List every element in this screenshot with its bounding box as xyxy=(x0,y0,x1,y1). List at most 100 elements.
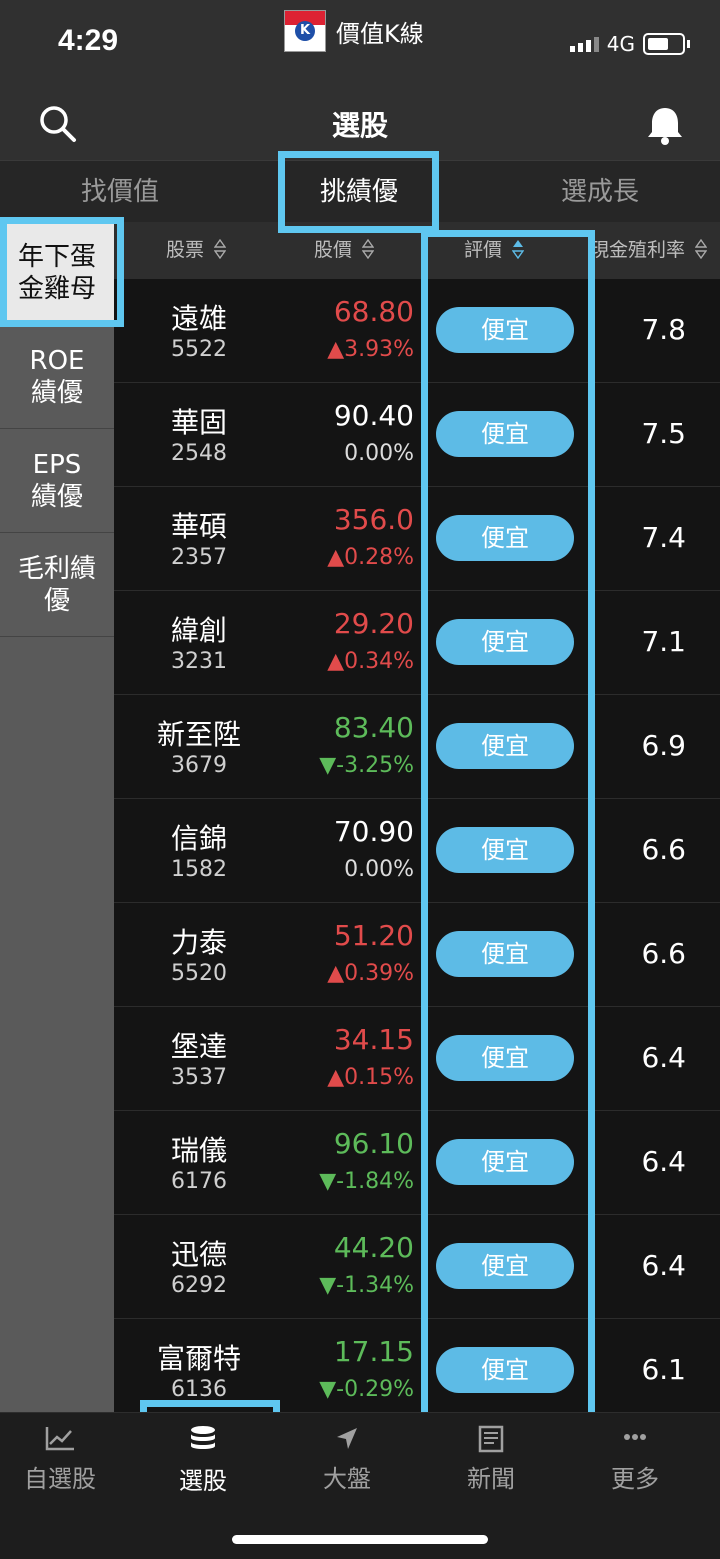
stock-code: 5522 xyxy=(171,337,227,362)
app-logo: K xyxy=(284,10,326,52)
stock-list: 遠雄 5522 68.80 ▲3.93% 便宜 7.8 華固 2548 90.40 0.00% 便宜… xyxy=(114,279,720,1423)
rating-badge[interactable]: 便宜 xyxy=(436,307,574,353)
stock-price: 17.15 xyxy=(333,1335,414,1368)
stock-price: 34.15 xyxy=(333,1023,414,1056)
bottom-tab-more[interactable]: 更多 xyxy=(570,1425,700,1494)
category-tabs: 找價值 挑績優 選成長 xyxy=(0,160,720,223)
stock-code: 3231 xyxy=(171,649,227,674)
table-row[interactable]: 堡達 3537 34.15 ▲0.15% 便宜 6.4 xyxy=(114,1007,720,1111)
price-change: ▲0.39% xyxy=(327,961,414,986)
table-header: 股票 股價 評價 現金殖利率 xyxy=(114,222,720,279)
table-row[interactable]: 瑞儀 6176 96.10 ▼-1.84% 便宜 6.4 xyxy=(114,1111,720,1215)
network-status: 4G xyxy=(569,32,690,56)
tab-pick-performance[interactable]: 挑績優 xyxy=(280,161,438,223)
status-time: 4:29 xyxy=(58,24,119,57)
price-change: ▲0.15% xyxy=(327,1065,414,1090)
bottom-tab-watchlist[interactable]: 自選股 xyxy=(0,1425,125,1494)
cash-yield: 6.9 xyxy=(641,729,686,762)
table-row[interactable]: 華固 2548 90.40 0.00% 便宜 7.5 xyxy=(114,383,720,487)
more-dots-icon xyxy=(624,1434,646,1440)
home-indicator[interactable] xyxy=(232,1535,488,1544)
cash-yield: 6.1 xyxy=(641,1353,686,1386)
rating-badge[interactable]: 便宜 xyxy=(436,1035,574,1081)
price-change: 0.00% xyxy=(344,857,414,882)
column-rating[interactable]: 評價 xyxy=(464,222,525,279)
stock-price: 70.90 xyxy=(333,815,414,848)
bottom-tab-news[interactable]: 新聞 xyxy=(426,1425,556,1494)
cash-yield: 7.8 xyxy=(641,313,686,346)
column-price[interactable]: 股價 xyxy=(314,222,375,279)
sort-icon xyxy=(695,238,708,259)
rating-badge[interactable]: 便宜 xyxy=(436,827,574,873)
bottom-tab-stock-screener[interactable]: 選股 xyxy=(138,1425,268,1496)
rating-badge[interactable]: 便宜 xyxy=(436,1347,574,1393)
table-row[interactable]: 緯創 3231 29.20 ▲0.34% 便宜 7.1 xyxy=(114,591,720,695)
status-bar: 4:29 K 價值K線 4G xyxy=(0,0,720,90)
table-row[interactable]: 信錦 1582 70.90 0.00% 便宜 6.6 xyxy=(114,799,720,903)
price-change: ▼-1.84% xyxy=(319,1169,414,1194)
side-filter-nav: 年下蛋 金雞母 ROE 績優 EPS 績優 毛利績優 xyxy=(0,222,114,1412)
stock-code: 6136 xyxy=(171,1377,227,1402)
price-change: 0.00% xyxy=(344,441,414,466)
stock-name: 華固 xyxy=(170,406,227,439)
side-item-roe[interactable]: ROE 績優 xyxy=(0,326,114,429)
stock-name: 信錦 xyxy=(170,822,227,855)
sort-icon xyxy=(214,238,227,259)
bell-icon[interactable] xyxy=(640,100,690,150)
table-row[interactable]: 迅德 6292 44.20 ▼-1.34% 便宜 6.4 xyxy=(114,1215,720,1319)
app-name: 價值K線 xyxy=(336,19,424,48)
price-change: ▼-0.29% xyxy=(319,1377,414,1402)
stock-code: 2357 xyxy=(171,545,227,570)
table-row[interactable]: 華碩 2357 356.0 ▲0.28% 便宜 7.4 xyxy=(114,487,720,591)
signal-icon xyxy=(569,36,599,52)
navigation-arrow-icon xyxy=(337,1428,357,1449)
cash-yield: 7.4 xyxy=(641,521,686,554)
chart-line-icon xyxy=(45,1427,74,1451)
rating-badge[interactable]: 便宜 xyxy=(436,619,574,665)
column-stock[interactable]: 股票 xyxy=(166,222,227,279)
stock-name: 力泰 xyxy=(170,926,227,959)
stock-price: 90.40 xyxy=(333,399,414,432)
stock-code: 6292 xyxy=(171,1273,227,1298)
side-item-gross-margin[interactable]: 毛利績優 xyxy=(0,534,114,637)
rating-badge[interactable]: 便宜 xyxy=(436,723,574,769)
table-row[interactable]: 新至陞 3679 83.40 ▼-3.25% 便宜 6.9 xyxy=(114,695,720,799)
table-row[interactable]: 力泰 5520 51.20 ▲0.39% 便宜 6.6 xyxy=(114,903,720,1007)
page-title: 選股 xyxy=(331,109,388,142)
table-row[interactable]: 遠雄 5522 68.80 ▲3.93% 便宜 7.8 xyxy=(114,279,720,383)
nav-header: 選股 xyxy=(0,90,720,160)
column-yield[interactable]: 現金殖利率 xyxy=(590,222,708,279)
stock-price: 68.80 xyxy=(333,295,414,328)
bottom-tab-market[interactable]: 大盤 xyxy=(282,1425,412,1494)
table-row[interactable]: 富爾特 6136 17.15 ▼-0.29% 便宜 6.1 xyxy=(114,1319,720,1423)
cash-yield: 6.4 xyxy=(641,1249,686,1282)
rating-badge[interactable]: 便宜 xyxy=(436,931,574,977)
stock-name: 華碩 xyxy=(170,510,227,543)
rating-badge[interactable]: 便宜 xyxy=(436,1139,574,1185)
stock-code: 6176 xyxy=(171,1169,227,1194)
stock-code: 5520 xyxy=(171,961,227,986)
sort-active-icon xyxy=(512,239,525,259)
price-change: ▼-3.25% xyxy=(319,753,414,778)
stock-price: 83.40 xyxy=(333,711,414,744)
stock-code: 2548 xyxy=(171,441,227,466)
tab-pick-growth[interactable]: 選成長 xyxy=(520,161,680,223)
side-item-golden-hen[interactable]: 年下蛋 金雞母 xyxy=(0,222,114,325)
cash-yield: 7.1 xyxy=(641,625,686,658)
cash-yield: 7.5 xyxy=(641,417,686,450)
side-item-eps[interactable]: EPS 績優 xyxy=(0,430,114,533)
rating-badge[interactable]: 便宜 xyxy=(436,1243,574,1289)
sort-icon xyxy=(362,238,375,259)
price-change: ▲0.34% xyxy=(327,649,414,674)
rating-badge[interactable]: 便宜 xyxy=(436,515,574,561)
newspaper-icon xyxy=(478,1425,504,1453)
network-type: 4G xyxy=(606,32,635,56)
price-change: ▲3.93% xyxy=(327,337,414,362)
app-badge: K 價值K線 xyxy=(284,10,424,52)
stock-name: 緯創 xyxy=(170,614,227,647)
rating-badge[interactable]: 便宜 xyxy=(436,411,574,457)
tab-find-value[interactable]: 找價值 xyxy=(40,161,200,223)
price-change: ▼-1.34% xyxy=(319,1273,414,1298)
stock-price: 44.20 xyxy=(333,1231,414,1264)
database-stack-icon xyxy=(191,1426,215,1449)
